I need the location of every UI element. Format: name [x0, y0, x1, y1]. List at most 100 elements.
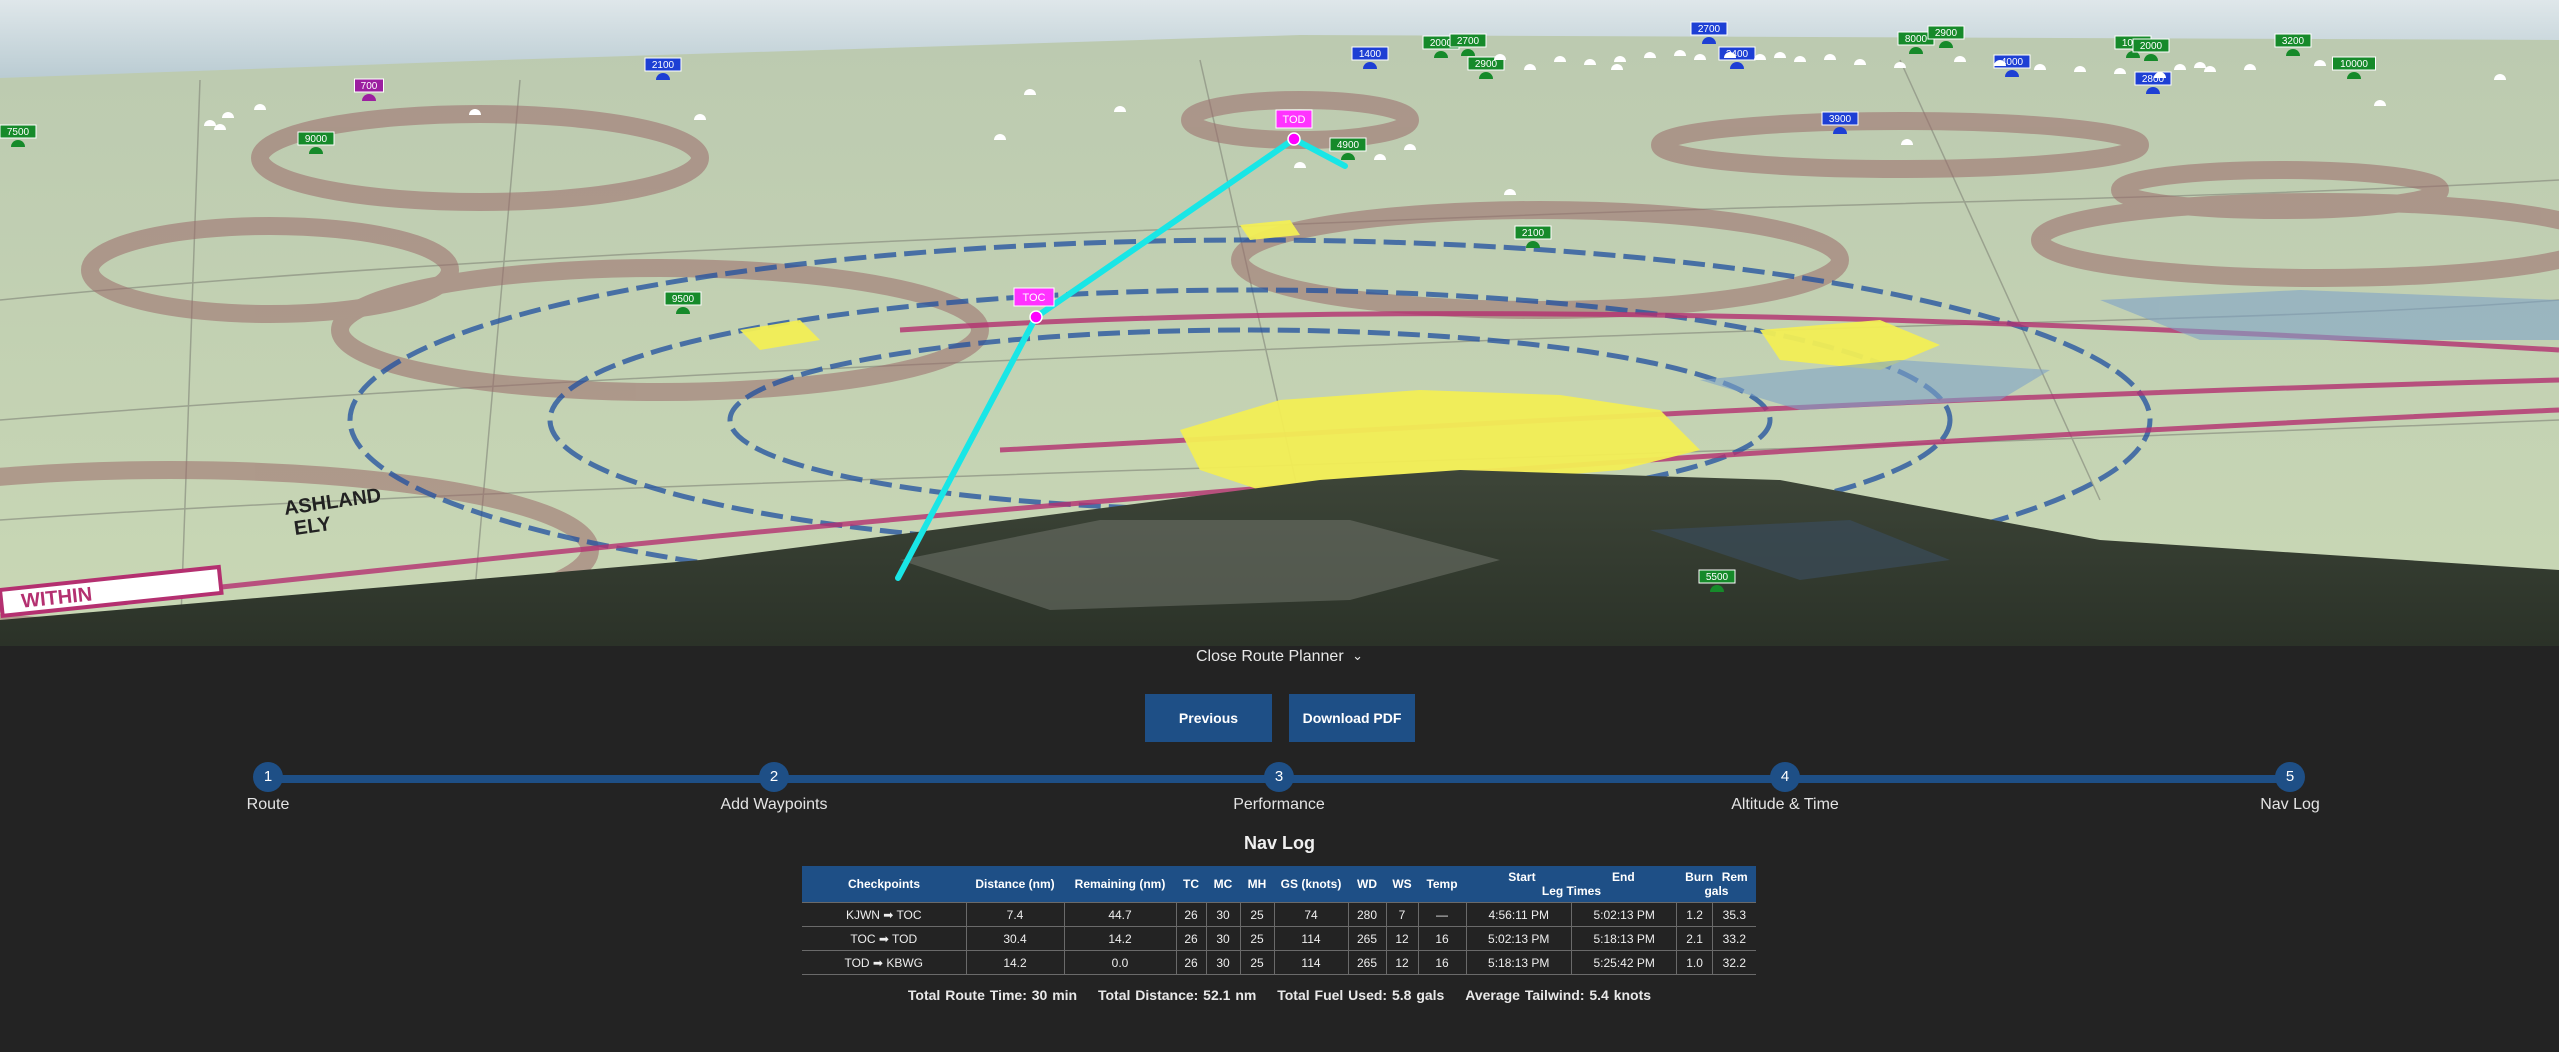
cell-ws: 7	[1385, 902, 1418, 927]
col-distance: Distance (nm)	[966, 866, 1064, 903]
download-pdf-button[interactable]: Download PDF	[1289, 694, 1415, 742]
nav-log-totals: Total Route Time: 30 min Total Distance:…	[0, 987, 2559, 1003]
average-tailwind: Average Tailwind: 5.4 knots	[1465, 987, 1652, 1003]
col-end: End	[1612, 870, 1635, 884]
step-label: Performance	[1233, 796, 1325, 813]
col-temp: Temp	[1418, 866, 1466, 903]
altitude-marker-label: 4900	[1337, 140, 1360, 151]
col-fuel: Burn Rem gals	[1676, 866, 1756, 903]
cell-burn: 1.0	[1676, 950, 1713, 975]
cell-tc: 26	[1175, 902, 1206, 927]
tod-waypoint-marker	[1287, 132, 1301, 146]
cell-mc: 30	[1205, 950, 1240, 975]
toc-waypoint-marker	[1029, 310, 1043, 324]
table-row: TOD ➡ KBWG 14.2 0.0 26 30 25 114 265 12 …	[802, 950, 1756, 975]
chevron-down-icon: ⌄	[1352, 648, 1363, 663]
cell-mh: 25	[1239, 950, 1274, 975]
cell-mc: 30	[1205, 902, 1240, 927]
cell-start: 4:56:11 PM	[1465, 902, 1572, 927]
cell-remaining: 0.0	[1063, 950, 1176, 975]
col-start: Start	[1508, 870, 1536, 884]
cell-ws: 12	[1385, 926, 1418, 951]
cell-checkpoints: KJWN ➡ TOC	[802, 902, 966, 927]
cell-remaining: 14.2	[1063, 926, 1176, 951]
altitude-marker-label: 2700	[1698, 24, 1721, 35]
altitude-marker-label: 1400	[1359, 49, 1382, 60]
step-route[interactable]: 1 Route	[168, 762, 368, 814]
cell-checkpoints: TOC ➡ TOD	[802, 926, 966, 951]
step-altitude-time[interactable]: 4 Altitude & Time	[1685, 762, 1885, 814]
cell-tc: 26	[1175, 950, 1206, 975]
cell-start: 5:02:13 PM	[1465, 926, 1572, 951]
cell-end: 5:02:13 PM	[1570, 902, 1677, 927]
cell-burn: 2.1	[1676, 926, 1713, 951]
cell-temp: 16	[1417, 950, 1466, 975]
col-remaining: Remaining (nm)	[1064, 866, 1176, 903]
toc-label: TOC	[1013, 287, 1055, 307]
table-row: TOC ➡ TOD 30.4 14.2 26 30 25 114 265 12 …	[802, 926, 1756, 951]
altitude-marker-label: 700	[361, 81, 378, 92]
altitude-marker-label: 3200	[2282, 36, 2305, 47]
previous-button[interactable]: Previous	[1145, 694, 1272, 742]
col-rem: Rem	[1721, 870, 1748, 884]
cell-mc: 30	[1205, 926, 1240, 951]
total-route-time: Total Route Time: 30 min	[907, 987, 1078, 1003]
altitude-marker-label: 9000	[305, 134, 328, 145]
step-label: Add Waypoints	[720, 796, 828, 813]
col-ws: WS	[1386, 866, 1418, 903]
col-mh: MH	[1240, 866, 1274, 903]
altitude-marker-label: 2100	[1522, 228, 1545, 239]
step-nav-log[interactable]: 5 Nav Log	[2190, 762, 2390, 814]
col-gs: GS (knots)	[1274, 866, 1348, 903]
altitude-marker-label: 9500	[672, 294, 695, 305]
cell-burn: 1.2	[1676, 902, 1713, 927]
svg-text:TOC: TOC	[1022, 292, 1045, 304]
col-mc: MC	[1206, 866, 1240, 903]
cell-remaining: 44.7	[1063, 902, 1176, 927]
cell-mh: 25	[1239, 902, 1274, 927]
tod-label: TOD	[1275, 109, 1313, 129]
svg-text:TOD: TOD	[1282, 114, 1305, 126]
cell-distance: 30.4	[965, 926, 1064, 951]
cell-wd: 265	[1347, 950, 1386, 975]
altitude-marker-label: 2000	[2140, 41, 2163, 52]
step-number: 5	[2275, 762, 2305, 792]
nav-log-table: Checkpoints Distance (nm) Remaining (nm)…	[802, 866, 1756, 975]
altitude-marker-label: 2700	[1457, 36, 1480, 47]
cell-temp: 16	[1417, 926, 1466, 951]
total-distance: Total Distance: 52.1 nm	[1097, 987, 1257, 1003]
step-number: 4	[1770, 762, 1800, 792]
altitude-marker-label: 5500	[1706, 572, 1729, 583]
fuel-gals-label: gals	[1704, 884, 1729, 898]
cell-temp: —	[1417, 902, 1466, 927]
altitude-marker-label: 2900	[1935, 28, 1958, 39]
cell-rem: 32.2	[1711, 950, 1756, 975]
altitude-marker-label: 10000	[2340, 59, 2368, 70]
cell-distance: 14.2	[965, 950, 1064, 975]
step-number: 3	[1264, 762, 1294, 792]
map-3d-view[interactable]: WITHIN ASHLAND ELY TOC TOD 7500 700 2100 90…	[0, 0, 2559, 646]
leg-times-label: Leg Times	[1541, 884, 1602, 898]
altitude-marker-label: 8000	[1905, 34, 1928, 45]
step-label: Route	[246, 796, 290, 813]
step-add-waypoints[interactable]: 2 Add Waypoints	[674, 762, 874, 814]
altitude-marker-label: 2000	[1430, 38, 1453, 49]
cell-ws: 12	[1385, 950, 1418, 975]
col-leg-times: Start End Leg Times	[1466, 866, 1677, 903]
step-number: 2	[759, 762, 789, 792]
col-burn: Burn	[1685, 870, 1714, 884]
cell-tc: 26	[1175, 926, 1206, 951]
cell-rem: 35.3	[1711, 902, 1756, 927]
nav-log-title: Nav Log	[1243, 833, 1315, 853]
table-header-row: Checkpoints Distance (nm) Remaining (nm)…	[802, 866, 1756, 903]
altitude-marker-label: 2900	[1475, 59, 1498, 70]
altitude-marker-label: 7500	[7, 127, 30, 138]
step-performance[interactable]: 3 Performance	[1179, 762, 1379, 814]
col-tc: TC	[1176, 866, 1206, 903]
altitude-marker-label: 3900	[1829, 114, 1852, 125]
table-row: KJWN ➡ TOC 7.4 44.7 26 30 25 74 280 7 — …	[802, 902, 1756, 927]
close-route-planner-label: Close Route Planner	[1196, 648, 1344, 665]
close-route-planner-toggle[interactable]: Close Route Planner ⌄	[0, 648, 2559, 666]
cell-wd: 280	[1347, 902, 1386, 927]
col-wd: WD	[1348, 866, 1386, 903]
